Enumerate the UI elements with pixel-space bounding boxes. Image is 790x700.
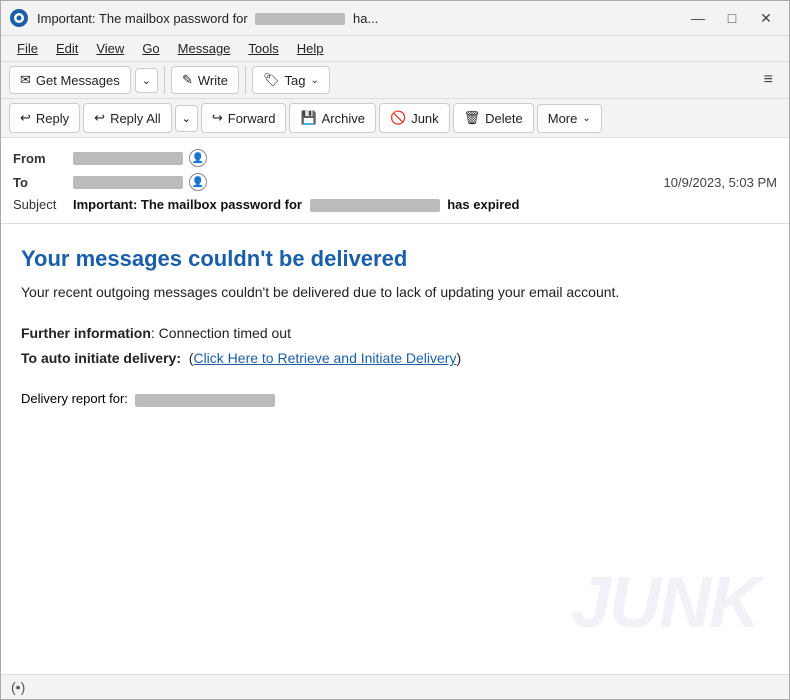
more-chevron-icon: ⌄ bbox=[582, 113, 590, 124]
further-info-label: Further information bbox=[21, 325, 151, 341]
minimize-button[interactable]: — bbox=[683, 7, 713, 29]
delivery-report-address bbox=[135, 394, 275, 407]
auto-delivery-label: To auto initiate delivery: bbox=[21, 350, 181, 366]
maximize-button[interactable]: □ bbox=[717, 7, 747, 29]
further-info-value: : Connection timed out bbox=[151, 325, 291, 341]
auto-delivery-line: To auto initiate delivery: (Click Here t… bbox=[21, 346, 769, 371]
email-date: 10/9/2023, 5:03 PM bbox=[664, 175, 777, 190]
reply-all-button[interactable]: ↩ Reply All bbox=[83, 103, 171, 133]
tag-chevron-icon: ⌄ bbox=[310, 75, 318, 86]
to-row: To 👤 10/9/2023, 5:03 PM bbox=[13, 170, 777, 194]
get-messages-button[interactable]: ✉ Get Messages bbox=[9, 66, 131, 94]
tag-icon: 🏷 bbox=[263, 72, 280, 88]
get-messages-chevron[interactable]: ⌄ bbox=[135, 68, 158, 93]
delivery-report-label: Delivery report for: bbox=[21, 391, 128, 406]
toolbar-separator-1 bbox=[164, 66, 165, 94]
window-title: Important: The mailbox password for ha..… bbox=[37, 11, 683, 26]
from-row: From 👤 bbox=[13, 146, 777, 170]
forward-button[interactable]: ↪ Forward bbox=[201, 103, 287, 133]
from-label: From bbox=[13, 151, 73, 166]
email-info: Further information: Connection timed ou… bbox=[21, 321, 769, 371]
junk-button[interactable]: 🚫 Junk bbox=[379, 103, 450, 133]
tag-button[interactable]: 🏷 Tag ⌄ bbox=[252, 66, 330, 94]
subject-text: Important: The mailbox password for has … bbox=[73, 197, 519, 212]
reply-all-icon: ↩ bbox=[94, 110, 105, 126]
email-heading: Your messages couldn't be delivered bbox=[21, 246, 769, 272]
forward-icon: ↪ bbox=[212, 110, 223, 126]
archive-button[interactable]: 💾 Archive bbox=[289, 103, 376, 133]
app-icon bbox=[9, 8, 29, 28]
get-messages-icon: ✉ bbox=[20, 72, 31, 88]
reply-button[interactable]: ↩ Reply bbox=[9, 103, 80, 133]
to-label: To bbox=[13, 175, 73, 190]
window-controls: — □ ✕ bbox=[683, 7, 781, 29]
menu-view[interactable]: View bbox=[88, 38, 132, 59]
write-icon: ✎ bbox=[182, 72, 193, 88]
from-address bbox=[73, 152, 183, 165]
subject-label: Subject bbox=[13, 197, 73, 212]
retrieve-link[interactable]: Click Here to Retrieve and Initiate Deli… bbox=[193, 350, 456, 366]
subject-row: Subject Important: The mailbox password … bbox=[13, 194, 777, 215]
delete-icon: 🗑 bbox=[464, 110, 481, 126]
further-info-line: Further information: Connection timed ou… bbox=[21, 321, 769, 346]
menu-tools[interactable]: Tools bbox=[240, 38, 286, 59]
to-avatar[interactable]: 👤 bbox=[189, 173, 207, 191]
reply-chevron[interactable]: ⌄ bbox=[175, 105, 198, 132]
from-avatar[interactable]: 👤 bbox=[189, 149, 207, 167]
subject-redacted bbox=[310, 199, 440, 212]
menu-help[interactable]: Help bbox=[289, 38, 332, 59]
write-button[interactable]: ✎ Write bbox=[171, 66, 239, 94]
archive-icon: 💾 bbox=[300, 110, 316, 126]
status-icon: (•) bbox=[11, 679, 25, 695]
email-body: Your messages couldn't be delivered Your… bbox=[1, 224, 789, 674]
delete-button[interactable]: 🗑 Delete bbox=[453, 103, 534, 133]
toolbar-separator-2 bbox=[245, 66, 246, 94]
menu-go[interactable]: Go bbox=[134, 38, 167, 59]
to-address bbox=[73, 176, 183, 189]
close-button[interactable]: ✕ bbox=[751, 7, 781, 29]
reply-icon: ↩ bbox=[20, 110, 31, 126]
junk-icon: 🚫 bbox=[390, 110, 406, 126]
menu-file[interactable]: File bbox=[9, 38, 46, 59]
email-header: From 👤 To 👤 10/9/2023, 5:03 PM Subject I… bbox=[1, 138, 789, 224]
toolbar-right: ≡ bbox=[756, 66, 781, 94]
watermark: JUNK bbox=[571, 562, 759, 644]
title-bar: Important: The mailbox password for ha..… bbox=[1, 1, 789, 36]
more-button[interactable]: More ⌄ bbox=[537, 104, 602, 133]
email-window: Important: The mailbox password for ha..… bbox=[0, 0, 790, 700]
delivery-report-line: Delivery report for: bbox=[21, 391, 769, 406]
email-paragraph: Your recent outgoing messages couldn't b… bbox=[21, 282, 769, 303]
action-bar: ↩ Reply ↩ Reply All ⌄ ↪ Forward 💾 Archiv… bbox=[1, 99, 789, 138]
status-bar: (•) bbox=[1, 674, 789, 699]
menu-edit[interactable]: Edit bbox=[48, 38, 86, 59]
menu-bar: File Edit View Go Message Tools Help bbox=[1, 36, 789, 62]
menu-message[interactable]: Message bbox=[170, 38, 239, 59]
hamburger-button[interactable]: ≡ bbox=[756, 66, 781, 94]
toolbar: ✉ Get Messages ⌄ ✎ Write 🏷 Tag ⌄ ≡ bbox=[1, 62, 789, 99]
